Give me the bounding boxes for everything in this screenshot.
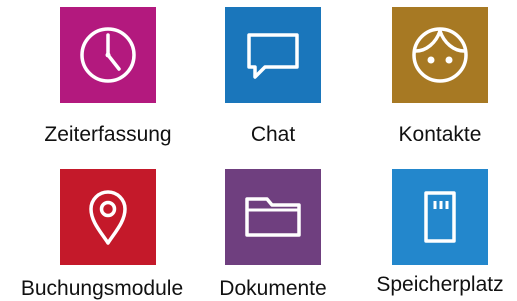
tile-zeiterfassung-background[interactable] <box>60 7 156 103</box>
folder-icon <box>245 197 301 237</box>
tile-label-dokumente: Dokumente <box>219 277 327 300</box>
tile-kontakte-background[interactable] <box>392 7 488 103</box>
tile-chat-background[interactable] <box>225 7 321 103</box>
tile-buchungsmodule-background[interactable] <box>60 169 156 265</box>
tile-dokumente-background[interactable] <box>225 169 321 265</box>
tile-label-zeiterfassung: Zeiterfassung <box>44 123 172 146</box>
face-icon <box>412 27 468 83</box>
tile-label-chat: Chat <box>250 123 296 146</box>
clock-icon <box>80 27 136 83</box>
tile-label-buchungsmodule: Buchungsmodule <box>20 277 184 300</box>
chat-bubble-icon <box>247 33 299 79</box>
sd-card-icon <box>424 191 456 243</box>
map-pin-icon <box>89 190 127 245</box>
tile-label-kontakte: Kontakte <box>398 123 482 146</box>
tile-speicherplatz-background[interactable] <box>392 169 488 265</box>
tile-label-speicherplatz: Speicherplatz <box>376 273 504 296</box>
